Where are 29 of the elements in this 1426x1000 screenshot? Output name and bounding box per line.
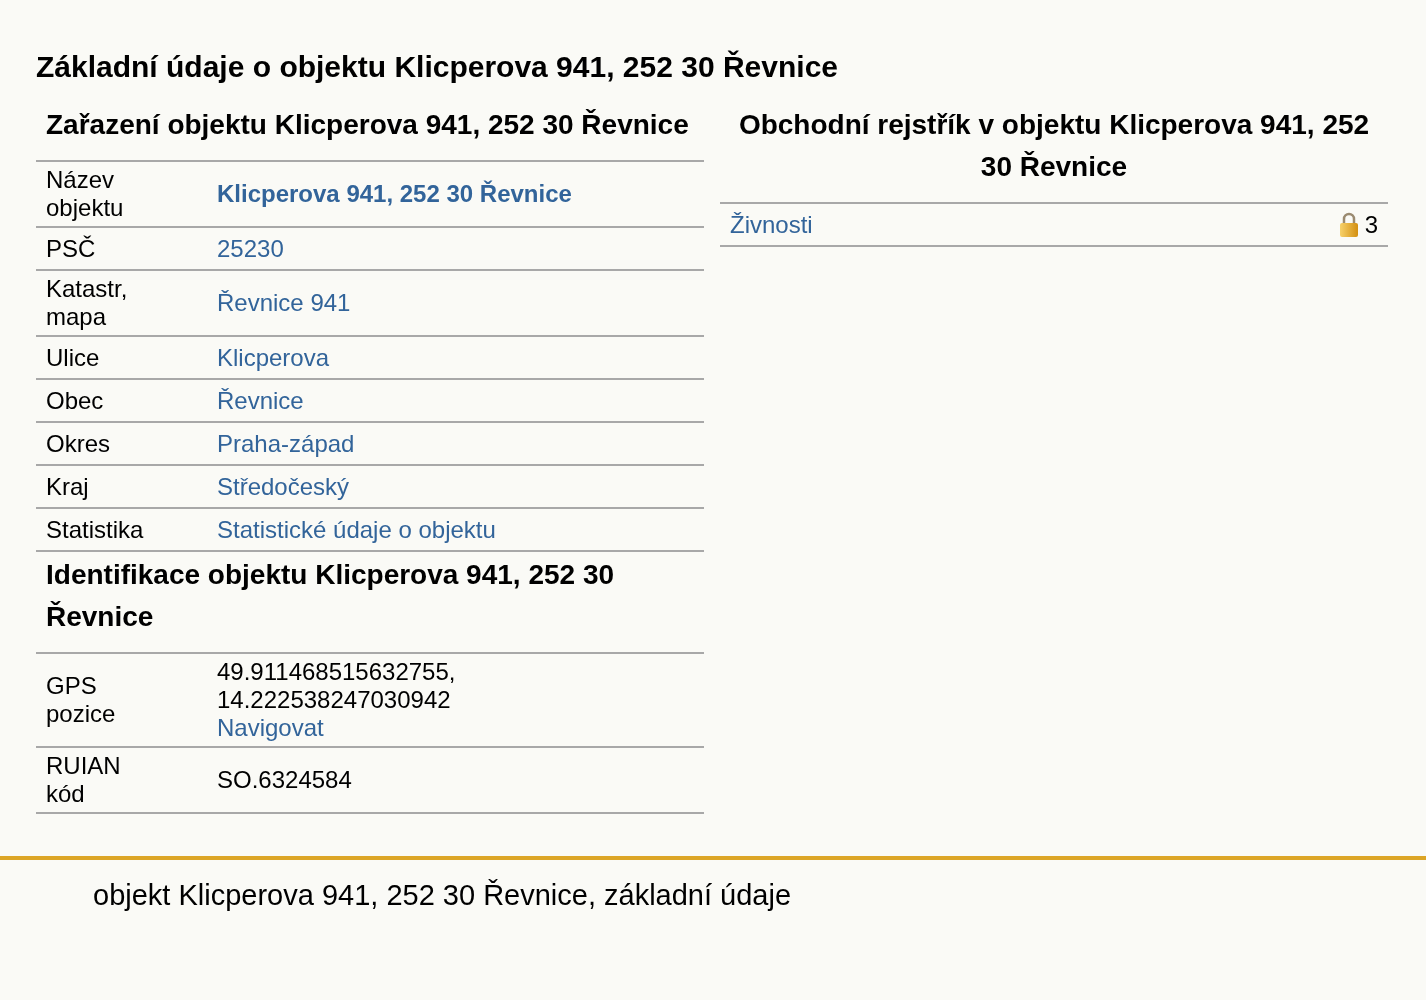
value-link[interactable]: Řevnice 941 [217, 289, 694, 317]
value-link[interactable]: Klicperova [217, 343, 694, 372]
row-label: Okres [46, 429, 111, 458]
row-label: Obec [46, 386, 105, 415]
row-label: Kraj [46, 472, 90, 501]
section-heading: Obchodní rejstřík v objektu Klicperova 941, 252 30 Řevnice [737, 108, 1371, 184]
row-label: RUIAN kód [46, 752, 122, 808]
page-title: Základní údaje o objektu Klicperova 941, 252 30 Řevnice [36, 50, 839, 84]
section-heading: Identifikace objektu Klicperova 941, 252 30 Řevnice [45, 558, 616, 634]
value-link[interactable]: Klicperova 941, 252 30 Řevnice [217, 180, 694, 208]
value-text: 14.222538247030942 [217, 686, 452, 714]
footer-text: objekt Klicperova 941, 252 30 Řevnice, základní údaje [93, 878, 792, 912]
value-link[interactable]: Středočeský [217, 472, 694, 501]
category-link[interactable]: Živnosti [730, 210, 813, 239]
row-label: PSČ [46, 234, 97, 263]
count-text: 3 [1364, 210, 1378, 239]
value-link[interactable]: 25230 [217, 234, 694, 263]
value-link[interactable]: Navigovat [217, 714, 694, 742]
value-link[interactable]: Řevnice [217, 386, 694, 415]
value-link[interactable]: Praha-západ [217, 429, 694, 458]
value-link[interactable]: Statistické údaje o objektu [217, 515, 694, 544]
value-text: SO.6324584 [217, 766, 353, 794]
row-label: GPS pozice [46, 672, 117, 728]
section-heading: Zařazení objektu Klicperova 941, 252 30 Řevnice [45, 108, 690, 142]
value-text: 49.911468515632755, [217, 658, 457, 686]
row-label: Katastr, mapa [46, 275, 129, 331]
row-label: Název objektu [46, 166, 125, 222]
row-label: Statistika [46, 515, 145, 544]
row-label: Ulice [46, 343, 101, 372]
